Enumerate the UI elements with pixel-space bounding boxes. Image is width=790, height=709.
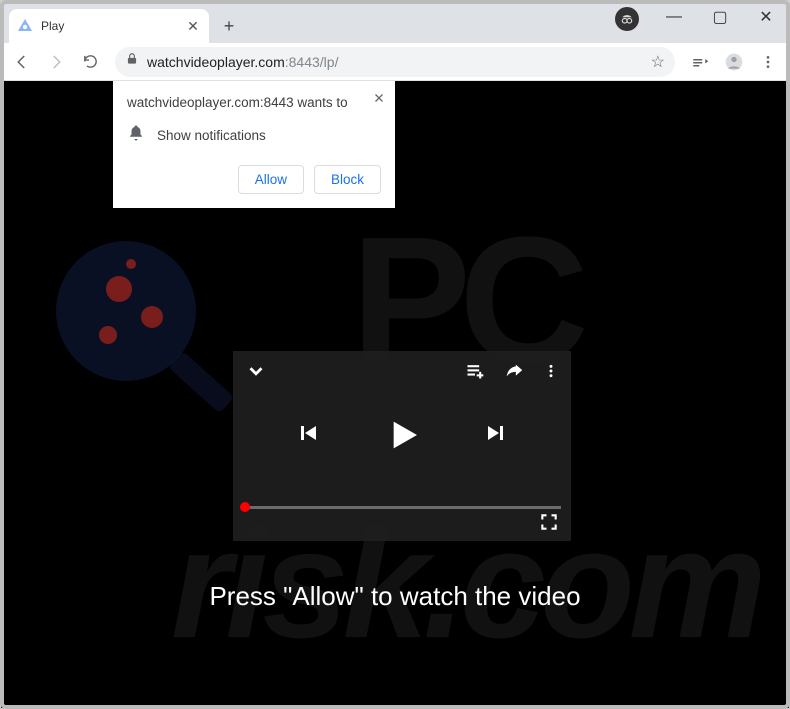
lock-icon <box>125 52 139 71</box>
media-control-icon[interactable] <box>685 47 715 77</box>
chevron-down-icon[interactable] <box>245 360 267 387</box>
progress-knob[interactable] <box>240 502 250 512</box>
next-track-button[interactable] <box>484 421 508 450</box>
more-icon[interactable] <box>543 361 559 386</box>
tab-title: Play <box>41 19 177 33</box>
forward-button[interactable] <box>41 47 71 77</box>
browser-tab[interactable]: Play ✕ <box>9 9 209 43</box>
browser-menu-button[interactable] <box>753 47 783 77</box>
fullscreen-button[interactable] <box>539 512 559 537</box>
allow-button[interactable]: Allow <box>238 165 304 194</box>
omnibox-actions: ☆ <box>651 52 665 72</box>
watermark-dot <box>126 259 136 269</box>
toolbar: watchvideoplayer.com:8443/lp/ ☆ <box>1 43 789 81</box>
minimize-icon: — <box>666 8 682 26</box>
player-bottom-bar <box>233 497 571 541</box>
incognito-icon <box>615 7 639 31</box>
queue-add-icon[interactable] <box>465 361 485 386</box>
browser-window: Play ✕ + — ▢ ✕ watchvideoplayer.c <box>0 0 790 709</box>
player-top-bar <box>233 351 571 395</box>
watermark-dot <box>141 306 163 328</box>
watermark-dot <box>106 276 132 302</box>
notification-prompt: watchvideoplayer.com:8443 wants to Show … <box>113 81 395 208</box>
bookmark-star-icon[interactable]: ☆ <box>651 52 665 72</box>
window-controls: — ▢ ✕ <box>651 1 789 33</box>
back-button[interactable] <box>7 47 37 77</box>
url-path: :8443/lp/ <box>285 54 339 70</box>
tab-favicon <box>17 18 33 34</box>
new-tab-button[interactable]: + <box>215 12 243 40</box>
block-button[interactable]: Block <box>314 165 381 194</box>
notification-text: Show notifications <box>157 128 266 143</box>
watermark-dot <box>99 326 117 344</box>
video-player <box>233 351 571 541</box>
watermark-lens <box>56 241 196 381</box>
cta-text: Press "Allow" to watch the video <box>1 581 789 612</box>
bell-icon <box>127 124 145 147</box>
previous-track-button[interactable] <box>296 421 320 450</box>
reload-button[interactable] <box>75 47 105 77</box>
watermark-handle <box>168 350 235 413</box>
minimize-button[interactable]: — <box>651 1 697 33</box>
play-button[interactable] <box>382 415 422 455</box>
maximize-button[interactable]: ▢ <box>697 1 743 33</box>
url-text: watchvideoplayer.com:8443/lp/ <box>147 54 643 70</box>
tab-close-button[interactable]: ✕ <box>185 18 201 34</box>
progress-bar[interactable] <box>243 506 561 509</box>
notification-close-button[interactable] <box>373 91 385 109</box>
player-transport <box>233 395 571 475</box>
address-bar[interactable]: watchvideoplayer.com:8443/lp/ ☆ <box>115 47 675 77</box>
notification-origin: watchvideoplayer.com:8443 wants to <box>127 95 381 110</box>
close-icon: ✕ <box>759 7 772 27</box>
page-content: PC risk.com <box>1 81 789 708</box>
share-icon[interactable] <box>503 360 525 387</box>
profile-avatar[interactable] <box>719 47 749 77</box>
close-window-button[interactable]: ✕ <box>743 1 789 33</box>
url-host: watchvideoplayer.com <box>147 54 285 70</box>
maximize-icon: ▢ <box>712 7 727 27</box>
titlebar: Play ✕ + — ▢ ✕ <box>1 1 789 43</box>
